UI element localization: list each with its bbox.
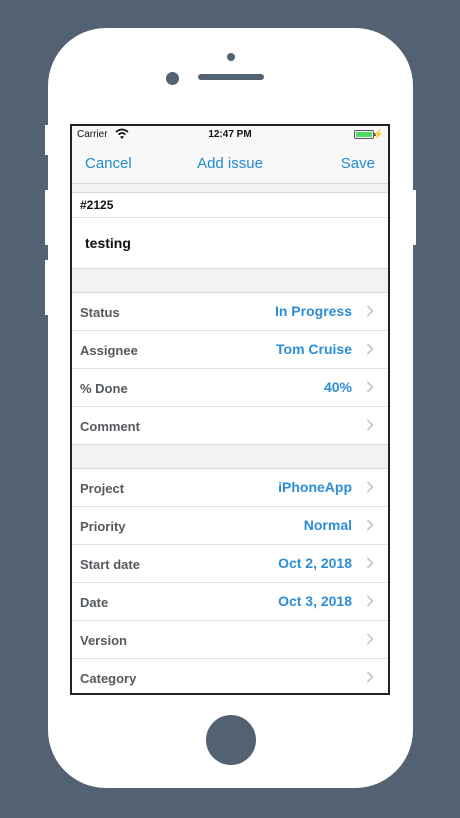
save-button[interactable]: Save (341, 155, 375, 172)
details-section: Project iPhoneApp Priority Normal Start … (72, 468, 388, 693)
chevron-right-icon (366, 305, 374, 317)
chevron-right-icon (366, 381, 374, 393)
row-value: Oct 3, 2018 (278, 593, 352, 609)
chevron-right-icon (366, 633, 374, 645)
chevron-right-icon (366, 419, 374, 431)
row-start-date[interactable]: Start date Oct 2, 2018 (72, 545, 388, 583)
navigation-bar: Cancel Add issue Save (72, 145, 388, 184)
volume-down-button (45, 260, 49, 315)
row-comment[interactable]: Comment (72, 407, 388, 444)
mute-switch (45, 125, 49, 155)
subject-field[interactable]: testing (72, 218, 388, 268)
attributes-section: Status In Progress Assignee Tom Cruise %… (72, 292, 388, 445)
chevron-right-icon (366, 671, 374, 683)
row-version[interactable]: Version (72, 621, 388, 659)
clock: 12:47 PM (208, 129, 252, 140)
row-label: Version (80, 633, 127, 648)
row-label: Assignee (80, 343, 138, 358)
row-label: Comment (80, 419, 140, 434)
chevron-right-icon (366, 519, 374, 531)
row-due-date[interactable]: Date Oct 3, 2018 (72, 583, 388, 621)
chevron-right-icon (366, 343, 374, 355)
row-value: In Progress (274, 303, 352, 319)
section-spacer (72, 184, 388, 192)
chevron-right-icon (366, 481, 374, 493)
issue-header-section: #2125 testing (72, 192, 388, 269)
row-project[interactable]: Project iPhoneApp (72, 469, 388, 507)
row-status[interactable]: Status In Progress (72, 293, 388, 331)
status-bar: Carrier 12:47 PM ⚡ (72, 126, 388, 145)
row-value: Tom Cruise (276, 341, 352, 357)
row-label: Start date (80, 557, 140, 572)
row-label: Priority (80, 519, 126, 534)
section-spacer (72, 269, 388, 292)
front-camera (166, 72, 179, 85)
section-spacer (72, 445, 388, 468)
row-value: iPhoneApp (278, 479, 352, 495)
earpiece-speaker (198, 74, 264, 80)
row-label: Category (80, 671, 137, 686)
row-label: Status (80, 305, 120, 320)
row-value: Normal (303, 517, 352, 533)
row-label: % Done (80, 381, 128, 396)
charging-icon: ⚡ (372, 129, 384, 139)
row-category[interactable]: Category (72, 659, 388, 693)
issue-number: #2125 (72, 193, 388, 218)
power-button (412, 190, 416, 245)
row-label: Project (80, 481, 125, 496)
sensor (227, 53, 235, 61)
volume-up-button (45, 190, 49, 245)
row-value: Oct 2, 2018 (278, 555, 352, 571)
chevron-right-icon (366, 557, 374, 569)
home-button[interactable] (206, 715, 256, 765)
battery-icon (354, 130, 376, 139)
row-done-ratio[interactable]: % Done 40% (72, 369, 388, 407)
row-label: Date (80, 595, 109, 610)
chevron-right-icon (366, 595, 374, 607)
row-priority[interactable]: Priority Normal (72, 507, 388, 545)
row-assignee[interactable]: Assignee Tom Cruise (72, 331, 388, 369)
screen: Carrier 12:47 PM ⚡ Cancel Add issue Save… (70, 124, 390, 695)
row-value: 40% (323, 379, 352, 395)
